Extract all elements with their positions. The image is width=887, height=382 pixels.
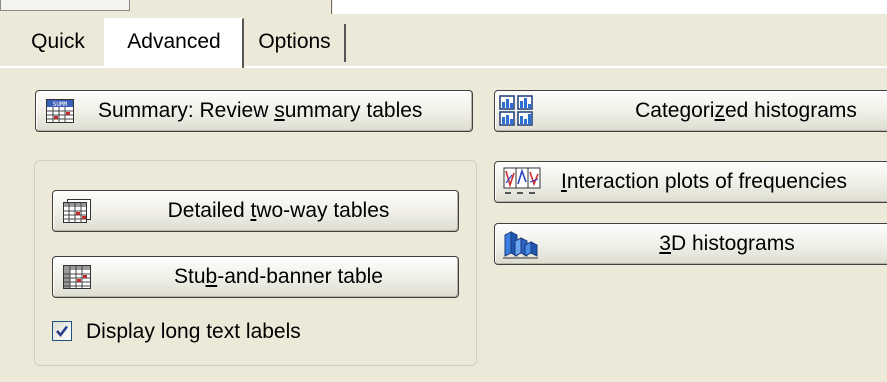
interaction-plots-label: Interaction plots of frequencies	[561, 170, 848, 193]
dialog-window: Quick Advanced Options SUMM Summary: Rev…	[0, 0, 887, 382]
stub-and-banner-table-button[interactable]: Stub-and-banner table	[52, 256, 459, 298]
svg-text:SUMM: SUMM	[53, 101, 68, 108]
3d-histograms-label: 3D histograms	[659, 232, 795, 255]
tab-options-label: Options	[258, 30, 331, 53]
display-long-text-labels-checkbox[interactable]	[52, 321, 72, 341]
tab-strip: Quick Advanced Options	[0, 0, 887, 70]
tab-advanced[interactable]: Advanced	[104, 18, 244, 68]
interaction-plot-icon	[503, 167, 541, 197]
tab-advanced-label: Advanced	[127, 30, 221, 53]
3d-histograms-button[interactable]: 3D histograms	[494, 223, 887, 265]
tab-quick[interactable]: Quick	[16, 24, 100, 62]
summary-button-label: Summary: Review summary tables	[98, 99, 423, 122]
interaction-plots-button[interactable]: Interaction plots of frequencies	[494, 161, 887, 203]
checkmark-icon	[56, 325, 69, 338]
categorized-histograms-button[interactable]: Categorized histograms	[494, 90, 887, 132]
detailed-two-way-tables-button[interactable]: Detailed two-way tables	[52, 190, 459, 232]
tab-quick-label: Quick	[31, 30, 85, 53]
stub-and-banner-table-label: Stub-and-banner table	[173, 265, 383, 288]
display-long-text-labels-label[interactable]: Display long text labels	[86, 319, 301, 345]
tab-options[interactable]: Options	[245, 24, 346, 62]
summary-table-icon: SUMM	[46, 99, 74, 123]
detailed-two-way-tables-label: Detailed two-way tables	[167, 199, 390, 222]
summary-button[interactable]: SUMM Summary: Review summary tables	[35, 90, 473, 132]
categorized-histograms-label: Categorized histograms	[635, 99, 857, 122]
